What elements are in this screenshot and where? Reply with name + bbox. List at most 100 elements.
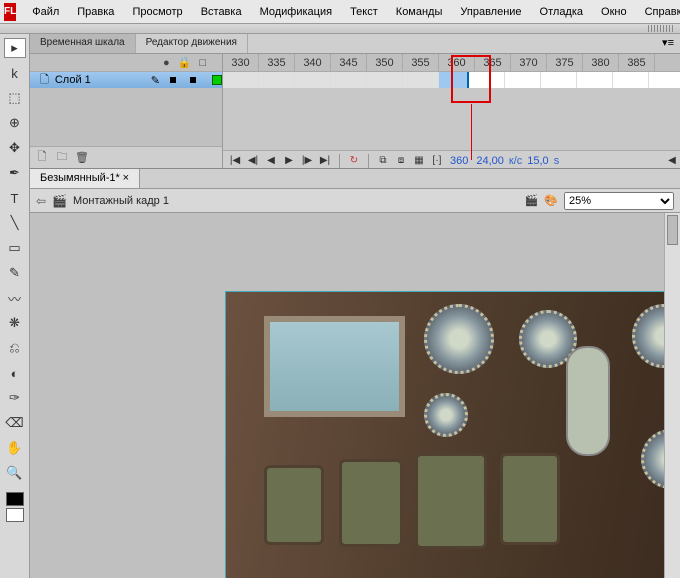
rectangle-tool[interactable]: ▭	[4, 238, 26, 258]
edit-scene-icon[interactable]: 🎬	[525, 194, 539, 207]
grip-icon[interactable]	[648, 25, 674, 32]
eyedropper-tool[interactable]: ✑	[4, 388, 26, 408]
layer-row-1[interactable]: 🗋 Слой 1 ✎	[30, 72, 222, 88]
playhead-line	[471, 104, 472, 160]
deco-tool[interactable]: ❋	[4, 313, 26, 333]
tick: 335	[259, 54, 295, 71]
outline-icon[interactable]: □	[199, 57, 206, 69]
layer-icon: 🗋	[40, 71, 49, 90]
paint-bucket-tool[interactable]: ◐	[4, 363, 26, 383]
tab-timeline[interactable]: Временная шкала	[30, 34, 136, 53]
elapsed-time: 15,0	[527, 155, 548, 167]
tick: 345	[331, 54, 367, 71]
tick: 380	[583, 54, 619, 71]
zoom-tool[interactable]: 🔍	[4, 463, 26, 483]
close-tab-icon[interactable]: ×	[123, 172, 129, 184]
scroll-left-button[interactable]: ◀	[664, 155, 680, 166]
menu-help[interactable]: Справка	[637, 4, 680, 20]
brush-tool[interactable]: 〰	[4, 288, 26, 308]
panel-grip-bar	[0, 24, 680, 34]
loop-button[interactable]: ↻	[346, 155, 362, 166]
step-back-button[interactable]: ◀|	[245, 155, 261, 166]
selection-tool[interactable]: ▸	[4, 38, 26, 58]
layer-lock-dot[interactable]	[190, 77, 196, 83]
zoom-select[interactable]: 25%	[564, 192, 674, 210]
tick: 330	[223, 54, 259, 71]
tick: 350	[367, 54, 403, 71]
edit-bar: ⇦ 🎬 Монтажный кадр 1 🎬 🎨 25%	[30, 189, 680, 213]
menu-window[interactable]: Окно	[593, 4, 635, 20]
back-arrow-icon[interactable]: ⇦	[36, 194, 46, 208]
menu-debug[interactable]: Отладка	[532, 4, 591, 20]
menu-edit[interactable]: Правка	[69, 4, 122, 20]
stage[interactable]	[30, 213, 680, 578]
tick: 355	[403, 54, 439, 71]
scene-name: Монтажный кадр 1	[73, 195, 169, 207]
fps-unit: к/с	[509, 155, 522, 167]
menu-view[interactable]: Просмотр	[124, 4, 190, 20]
play-button[interactable]: ▶	[281, 155, 297, 166]
onion-outline-button[interactable]: ⧈	[393, 155, 409, 166]
new-layer-button[interactable]: 🗋	[34, 150, 50, 166]
tab-motion-editor[interactable]: Редактор движения	[136, 34, 248, 53]
color-swatches	[6, 492, 24, 522]
visibility-icon[interactable]: ●	[163, 57, 170, 69]
delete-layer-button[interactable]: 🗑	[74, 150, 90, 166]
menu-control[interactable]: Управление	[452, 4, 529, 20]
app-menubar: FL Файл Правка Просмотр Вставка Модифика…	[0, 0, 680, 24]
scrollbar-thumb[interactable]	[667, 215, 678, 245]
panel-menu-icon[interactable]: ▾≡	[656, 34, 680, 53]
timeline-panel: ● 🔒 □ 🗋 Слой 1 ✎ 🗋 🗀 🗑	[30, 54, 680, 169]
layer-pencil-icon: ✎	[151, 74, 160, 87]
pen-tool[interactable]: ✒	[4, 163, 26, 183]
layer-frames[interactable]	[223, 72, 680, 88]
vertical-scrollbar[interactable]	[664, 213, 680, 578]
tick: 360	[439, 54, 475, 71]
onion-skin-button[interactable]: ⧉	[375, 155, 391, 166]
stroke-swatch[interactable]	[6, 492, 24, 506]
layer-header: ● 🔒 □	[30, 54, 222, 72]
tick: 385	[619, 54, 655, 71]
canvas-content[interactable]	[225, 291, 680, 578]
tick: 365	[475, 54, 511, 71]
lock-icon[interactable]: 🔒	[178, 56, 192, 69]
hand-tool[interactable]: ✋	[4, 438, 26, 458]
edit-symbols-icon[interactable]: 🎨	[544, 194, 558, 207]
document-tab[interactable]: Безымянный-1* ×	[30, 169, 140, 188]
edit-multi-button[interactable]: ▦	[411, 155, 427, 166]
document-tabs: Безымянный-1* ×	[30, 169, 680, 189]
app-logo: FL	[4, 3, 16, 21]
lasso-tool[interactable]: ✥	[4, 138, 26, 158]
fill-swatch[interactable]	[6, 508, 24, 522]
menu-file[interactable]: Файл	[24, 4, 67, 20]
bone-tool[interactable]: ⎌	[4, 338, 26, 358]
tick: 340	[295, 54, 331, 71]
pencil-tool[interactable]: ✎	[4, 263, 26, 283]
goto-first-button[interactable]: |◀	[227, 155, 243, 166]
line-tool[interactable]: ╲	[4, 213, 26, 233]
fps-value[interactable]: 24,00	[476, 155, 504, 167]
tools-panel: ▸ k ⬚ ⊕ ✥ ✒ T ╲ ▭ ✎ 〰 ❋ ⎌ ◐ ✑ ⌫ ✋ 🔍	[0, 34, 30, 578]
layer-controls: 🗋 🗀 🗑	[30, 146, 222, 168]
layer-vis-dot[interactable]	[170, 77, 176, 83]
menu-commands[interactable]: Команды	[388, 4, 451, 20]
free-transform-tool[interactable]: ⬚	[4, 88, 26, 108]
current-frame[interactable]: 360	[450, 155, 468, 167]
3d-rotation-tool[interactable]: ⊕	[4, 113, 26, 133]
eraser-tool[interactable]: ⌫	[4, 413, 26, 433]
timeline-panel-tabs: Временная шкала Редактор движения ▾≡	[30, 34, 680, 54]
layer-outline-swatch[interactable]	[212, 75, 222, 85]
subselection-tool[interactable]: k	[4, 63, 26, 83]
new-folder-button[interactable]: 🗀	[54, 150, 70, 166]
play-back-button[interactable]: ◀	[263, 155, 279, 166]
goto-last-button[interactable]: ▶|	[317, 155, 333, 166]
center-frame-button[interactable]: [·]	[429, 155, 445, 166]
frame-ruler[interactable]: 330 335 340 345 350 355 360 365 370 375 …	[223, 54, 680, 72]
text-tool[interactable]: T	[4, 188, 26, 208]
menu-insert[interactable]: Вставка	[193, 4, 250, 20]
playback-controls: |◀ ◀| ◀ ▶ |▶ ▶| ↻ ⧉ ⧈ ▦ [·] 360 24,00 к/с…	[223, 150, 680, 168]
step-fwd-button[interactable]: |▶	[299, 155, 315, 166]
menu-text[interactable]: Текст	[342, 4, 386, 20]
tick: 375	[547, 54, 583, 71]
menu-modify[interactable]: Модификация	[252, 4, 341, 20]
